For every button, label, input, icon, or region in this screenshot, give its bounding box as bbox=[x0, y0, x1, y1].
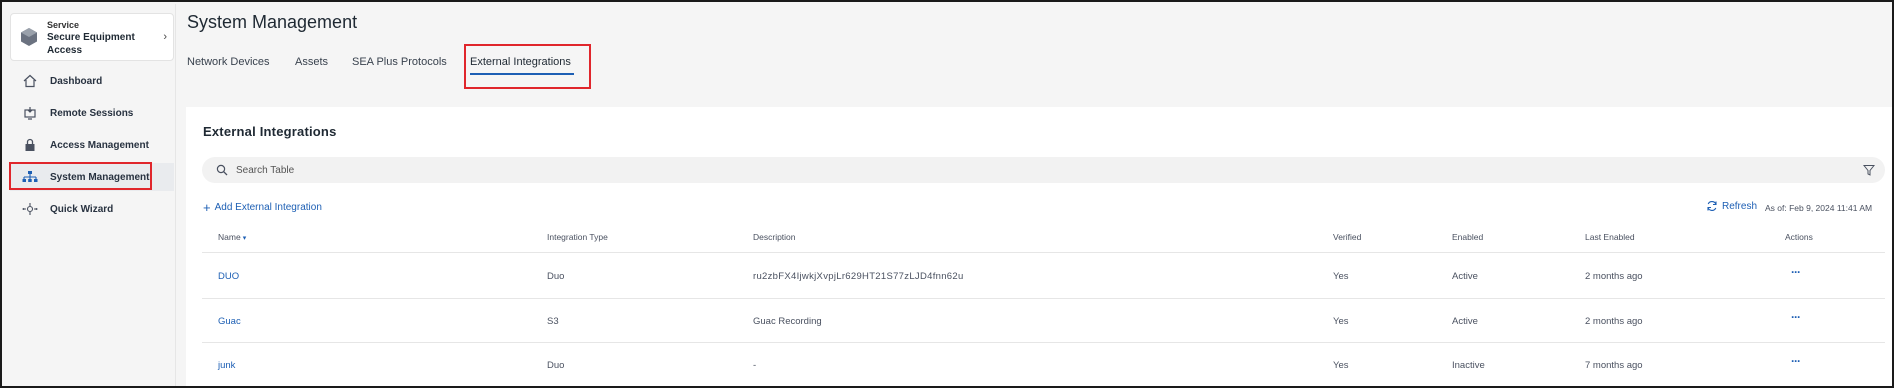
verified-value: Yes bbox=[1333, 271, 1349, 282]
search-bar bbox=[202, 157, 1885, 183]
sort-down-icon: ▾ bbox=[242, 235, 247, 242]
sidebar-item-label: Access Management bbox=[50, 139, 149, 151]
sidebar-item-label: Dashboard bbox=[50, 75, 103, 87]
lock-icon bbox=[20, 135, 40, 155]
tab-sea-plus-protocols[interactable]: SEA Plus Protocols bbox=[352, 56, 447, 68]
integration-description: Guac Recording bbox=[753, 316, 822, 327]
page-title: System Management bbox=[187, 12, 358, 32]
home-icon bbox=[20, 71, 40, 91]
integration-description: ru2zbFX4IjwkjXvpjLr629HT21S77zLJD4fnn62u bbox=[753, 271, 964, 282]
verified-value: Yes bbox=[1333, 316, 1349, 327]
search-icon bbox=[216, 164, 228, 176]
sidebar-item-quick-wizard[interactable]: Quick Wizard bbox=[10, 195, 174, 223]
more-actions-icon[interactable]: ··· bbox=[1791, 354, 1801, 368]
integration-name-link[interactable]: Guac bbox=[218, 316, 241, 327]
panel-title: External Integrations bbox=[203, 124, 337, 139]
integration-name-link[interactable]: junk bbox=[218, 360, 235, 371]
filter-icon[interactable] bbox=[1863, 164, 1875, 176]
service-eyebrow: Service bbox=[47, 20, 80, 30]
column-header-integration-type: Integration Type bbox=[547, 232, 608, 242]
integrations-panel bbox=[186, 107, 1892, 386]
refresh-label: Refresh bbox=[1722, 200, 1758, 212]
highlight-box bbox=[9, 162, 152, 190]
sidebar-item-access-management[interactable]: Access Management bbox=[10, 131, 174, 159]
plus-icon: + bbox=[203, 199, 211, 215]
sidebar: Service Secure Equipment Access › Dashbo… bbox=[4, 4, 176, 386]
more-actions-icon[interactable]: ··· bbox=[1791, 265, 1801, 279]
column-header-last-enabled: Last Enabled bbox=[1585, 232, 1635, 242]
column-header-label: Name bbox=[218, 232, 241, 242]
column-header-description: Description bbox=[753, 232, 796, 242]
highlight-box bbox=[464, 44, 591, 89]
service-name: Secure Equipment Access bbox=[47, 32, 135, 56]
enabled-status: Active bbox=[1452, 271, 1478, 282]
sidebar-item-remote-sessions[interactable]: Remote Sessions bbox=[10, 99, 174, 127]
sidebar-item-label: Quick Wizard bbox=[50, 203, 114, 215]
last-enabled-value: 2 months ago bbox=[1585, 271, 1643, 282]
last-enabled-value: 7 months ago bbox=[1585, 360, 1643, 371]
last-enabled-value: 2 months ago bbox=[1585, 316, 1643, 327]
verified-value: Yes bbox=[1333, 360, 1349, 371]
refresh-icon bbox=[1707, 201, 1717, 211]
refresh-button[interactable]: Refresh bbox=[1706, 200, 1757, 212]
row-divider bbox=[202, 342, 1885, 343]
column-header-verified: Verified bbox=[1333, 232, 1362, 242]
tab-assets[interactable]: Assets bbox=[295, 56, 328, 68]
search-input[interactable] bbox=[236, 161, 1736, 179]
row-divider bbox=[202, 252, 1885, 253]
enabled-status: Active bbox=[1452, 316, 1478, 327]
enabled-status: Inactive bbox=[1452, 360, 1485, 371]
add-external-integration-label: Add External Integration bbox=[214, 202, 322, 213]
integration-type: Duo bbox=[547, 360, 565, 371]
service-selector[interactable]: Service Secure Equipment Access › bbox=[10, 13, 174, 61]
sidebar-item-dashboard[interactable]: Dashboard bbox=[10, 67, 174, 95]
row-divider bbox=[202, 298, 1885, 299]
wizard-icon bbox=[20, 199, 40, 219]
more-actions-icon[interactable]: ··· bbox=[1791, 310, 1801, 324]
tab-network-devices[interactable]: Network Devices bbox=[187, 56, 270, 68]
column-header-name[interactable]: Name ▾ bbox=[218, 232, 246, 242]
column-header-enabled: Enabled bbox=[1452, 232, 1484, 242]
add-external-integration-button[interactable]: + Add External Integration bbox=[203, 199, 322, 215]
service-hexagon-icon bbox=[21, 28, 37, 46]
integration-type: Duo bbox=[547, 271, 565, 282]
column-header-actions: Actions bbox=[1785, 232, 1813, 242]
remote-sessions-icon bbox=[20, 103, 40, 123]
sidebar-item-label: Remote Sessions bbox=[50, 107, 134, 119]
integration-type: S3 bbox=[547, 316, 559, 327]
as-of-timestamp: As of: Feb 9, 2024 11:41 AM bbox=[1765, 203, 1873, 213]
app-window: Service Secure Equipment Access › Dashbo… bbox=[0, 0, 1894, 388]
integration-name-link[interactable]: DUO bbox=[218, 271, 239, 282]
chevron-right-icon: › bbox=[163, 31, 167, 43]
integration-description: - bbox=[753, 360, 757, 371]
